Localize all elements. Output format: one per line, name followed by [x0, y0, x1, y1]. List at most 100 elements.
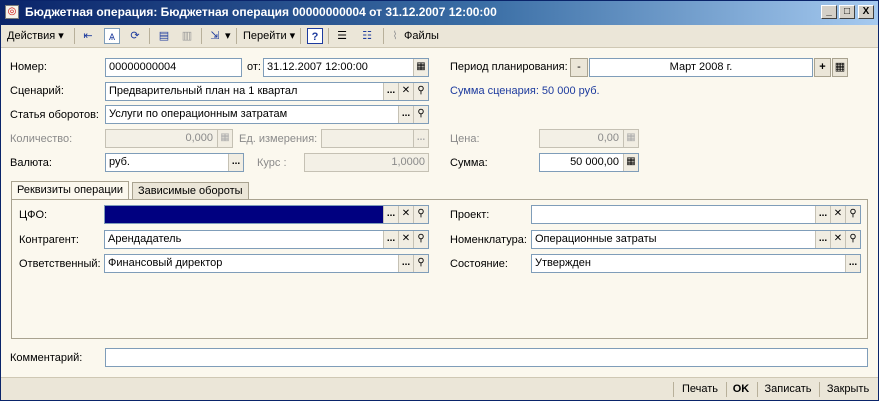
responsible-field[interactable]: Финансовый директор ... ⚲ — [104, 254, 429, 273]
sum-label: Сумма: — [450, 157, 488, 169]
cfo-field[interactable]: ... ✕ ⚲ — [104, 205, 429, 224]
post-document-icon[interactable]: ▤ — [156, 28, 172, 44]
unit-field[interactable]: ... — [321, 129, 429, 148]
tree-view-icon[interactable]: ☷ — [359, 28, 375, 44]
nomenclature-field[interactable]: Операционные затраты ... ✕ ⚲ — [531, 230, 861, 249]
close-window-button[interactable]: X — [858, 5, 874, 19]
project-label: Проект: — [450, 209, 490, 221]
calculator-icon[interactable]: ▦ — [217, 130, 232, 147]
scenario-label: Сценарий: — [10, 85, 64, 97]
structure-icon[interactable]: Ѧ — [104, 28, 120, 44]
unit-select-button[interactable]: ... — [413, 130, 428, 147]
quantity-field[interactable]: 0,000 ▦ — [105, 129, 233, 148]
period-next-button[interactable]: + — [814, 58, 831, 77]
scenario-clear-icon[interactable]: ✕ — [398, 83, 413, 100]
responsible-label: Ответственный: — [19, 258, 101, 270]
nomenclature-clear-icon[interactable]: ✕ — [830, 231, 845, 248]
article-label: Статья оборотов: — [10, 109, 99, 121]
cfo-label: ЦФО: — [19, 209, 48, 221]
project-search-icon[interactable]: ⚲ — [845, 206, 860, 223]
toolbar: Действия ▾ ⇤ Ѧ ⟳ ▤ ▥ ⇲ ▾ Перейти ▾ ? ☰ ☷… — [1, 25, 878, 48]
rate-field[interactable]: 1,0000 — [304, 153, 429, 172]
refresh-icon[interactable]: ⟳ — [127, 28, 143, 44]
back-arrow-icon[interactable]: ⇤ — [80, 28, 96, 44]
save-button[interactable]: Записать — [760, 380, 816, 399]
article-select-button[interactable]: ... — [398, 106, 413, 123]
state-select-button[interactable]: ... — [845, 255, 860, 272]
nomenclature-value: Операционные затраты — [535, 233, 657, 245]
period-prev-button[interactable]: - — [570, 58, 588, 77]
actions-menu[interactable]: Действия ▾ — [7, 27, 64, 45]
nomenclature-label: Номенклатура: — [450, 234, 527, 246]
tab-dependent-turnovers[interactable]: Зависимые обороты — [132, 182, 249, 200]
calendar-icon[interactable]: ▦ — [413, 59, 428, 76]
toolbar-separator — [149, 28, 150, 44]
project-field[interactable]: ... ✕ ⚲ — [531, 205, 861, 224]
ok-button[interactable]: OK — [729, 380, 753, 399]
comment-field[interactable] — [105, 348, 868, 367]
command-separator — [673, 382, 674, 397]
dropdown-arrow-icon: ▾ — [225, 30, 231, 42]
goto-label: Перейти — [243, 30, 287, 42]
project-select-button[interactable]: ... — [815, 206, 830, 223]
date-field[interactable]: 31.12.2007 12:00:00 ▦ — [263, 58, 429, 77]
cfo-select-button[interactable]: ... — [383, 206, 398, 223]
toolbar-separator — [328, 28, 329, 44]
maximize-button[interactable]: □ — [839, 5, 855, 19]
unit-label: Ед. измерения: — [239, 133, 318, 145]
nomenclature-select-button[interactable]: ... — [815, 231, 830, 248]
scenario-sum-text: Сумма сценария: 50 000 руб. — [450, 85, 600, 97]
nomenclature-search-icon[interactable]: ⚲ — [845, 231, 860, 248]
price-label: Цена: — [450, 133, 480, 145]
calculator-icon[interactable]: ▦ — [623, 130, 638, 147]
window-title: Бюджетная операция: Бюджетная операция 0… — [25, 5, 497, 19]
article-search-icon[interactable]: ⚲ — [413, 106, 428, 123]
toolbar-separator — [201, 28, 202, 44]
based-on-dropdown[interactable]: ▾ — [225, 27, 231, 45]
currency-label: Валюта: — [10, 157, 52, 169]
dropdown-arrow-icon: ▾ — [289, 30, 296, 42]
price-field[interactable]: 0,00 ▦ — [539, 129, 639, 148]
number-field[interactable]: 00000000004 — [105, 58, 242, 77]
calculator-icon[interactable]: ▦ — [623, 154, 638, 171]
scenario-select-button[interactable]: ... — [383, 83, 398, 100]
scenario-search-icon[interactable]: ⚲ — [413, 83, 428, 100]
counterparty-field[interactable]: Арендадатель ... ✕ ⚲ — [104, 230, 429, 249]
state-label: Состояние: — [450, 258, 508, 270]
help-icon[interactable]: ? — [307, 28, 323, 44]
counterparty-select-button[interactable]: ... — [383, 231, 398, 248]
goto-menu[interactable]: Перейти ▾ — [243, 27, 295, 45]
currency-select-button[interactable]: ... — [228, 154, 243, 171]
minimize-button[interactable]: _ — [821, 5, 837, 19]
based-on-icon[interactable]: ⇲ — [207, 28, 223, 44]
toolbar-separator — [236, 28, 237, 44]
state-value: Утвержден — [535, 257, 591, 269]
close-button[interactable]: Закрыть — [822, 380, 874, 399]
unpost-document-icon[interactable]: ▥ — [179, 28, 195, 44]
app-icon: ◎ — [5, 5, 19, 19]
state-field[interactable]: Утвержден ... — [531, 254, 861, 273]
cfo-search-icon[interactable]: ⚲ — [413, 206, 428, 223]
scenario-value: Предварительный план на 1 квартал — [109, 85, 298, 97]
tab-operation-details[interactable]: Реквизиты операции — [11, 181, 129, 201]
period-calendar-icon[interactable]: ▦ — [832, 58, 848, 77]
list-view-icon[interactable]: ☰ — [334, 28, 350, 44]
counterparty-clear-icon[interactable]: ✕ — [398, 231, 413, 248]
responsible-select-button[interactable]: ... — [398, 255, 413, 272]
print-button[interactable]: Печать — [677, 380, 723, 399]
responsible-search-icon[interactable]: ⚲ — [413, 255, 428, 272]
quantity-value: 0,000 — [185, 132, 213, 144]
scenario-field[interactable]: Предварительный план на 1 квартал ... ✕ … — [105, 82, 429, 101]
currency-field[interactable]: руб. ... — [105, 153, 244, 172]
counterparty-search-icon[interactable]: ⚲ — [413, 231, 428, 248]
files-button[interactable]: Файлы — [404, 27, 439, 45]
article-field[interactable]: Услуги по операционным затратам ... ⚲ — [105, 105, 429, 124]
sum-field[interactable]: 50 000,00 ▦ — [539, 153, 639, 172]
project-clear-icon[interactable]: ✕ — [830, 206, 845, 223]
command-separator — [819, 382, 820, 397]
counterparty-label: Контрагент: — [19, 234, 79, 246]
sum-value: 50 000,00 — [570, 156, 619, 168]
period-field[interactable]: Март 2008 г. — [589, 58, 813, 77]
cfo-clear-icon[interactable]: ✕ — [398, 206, 413, 223]
toolbar-separator — [74, 28, 75, 44]
